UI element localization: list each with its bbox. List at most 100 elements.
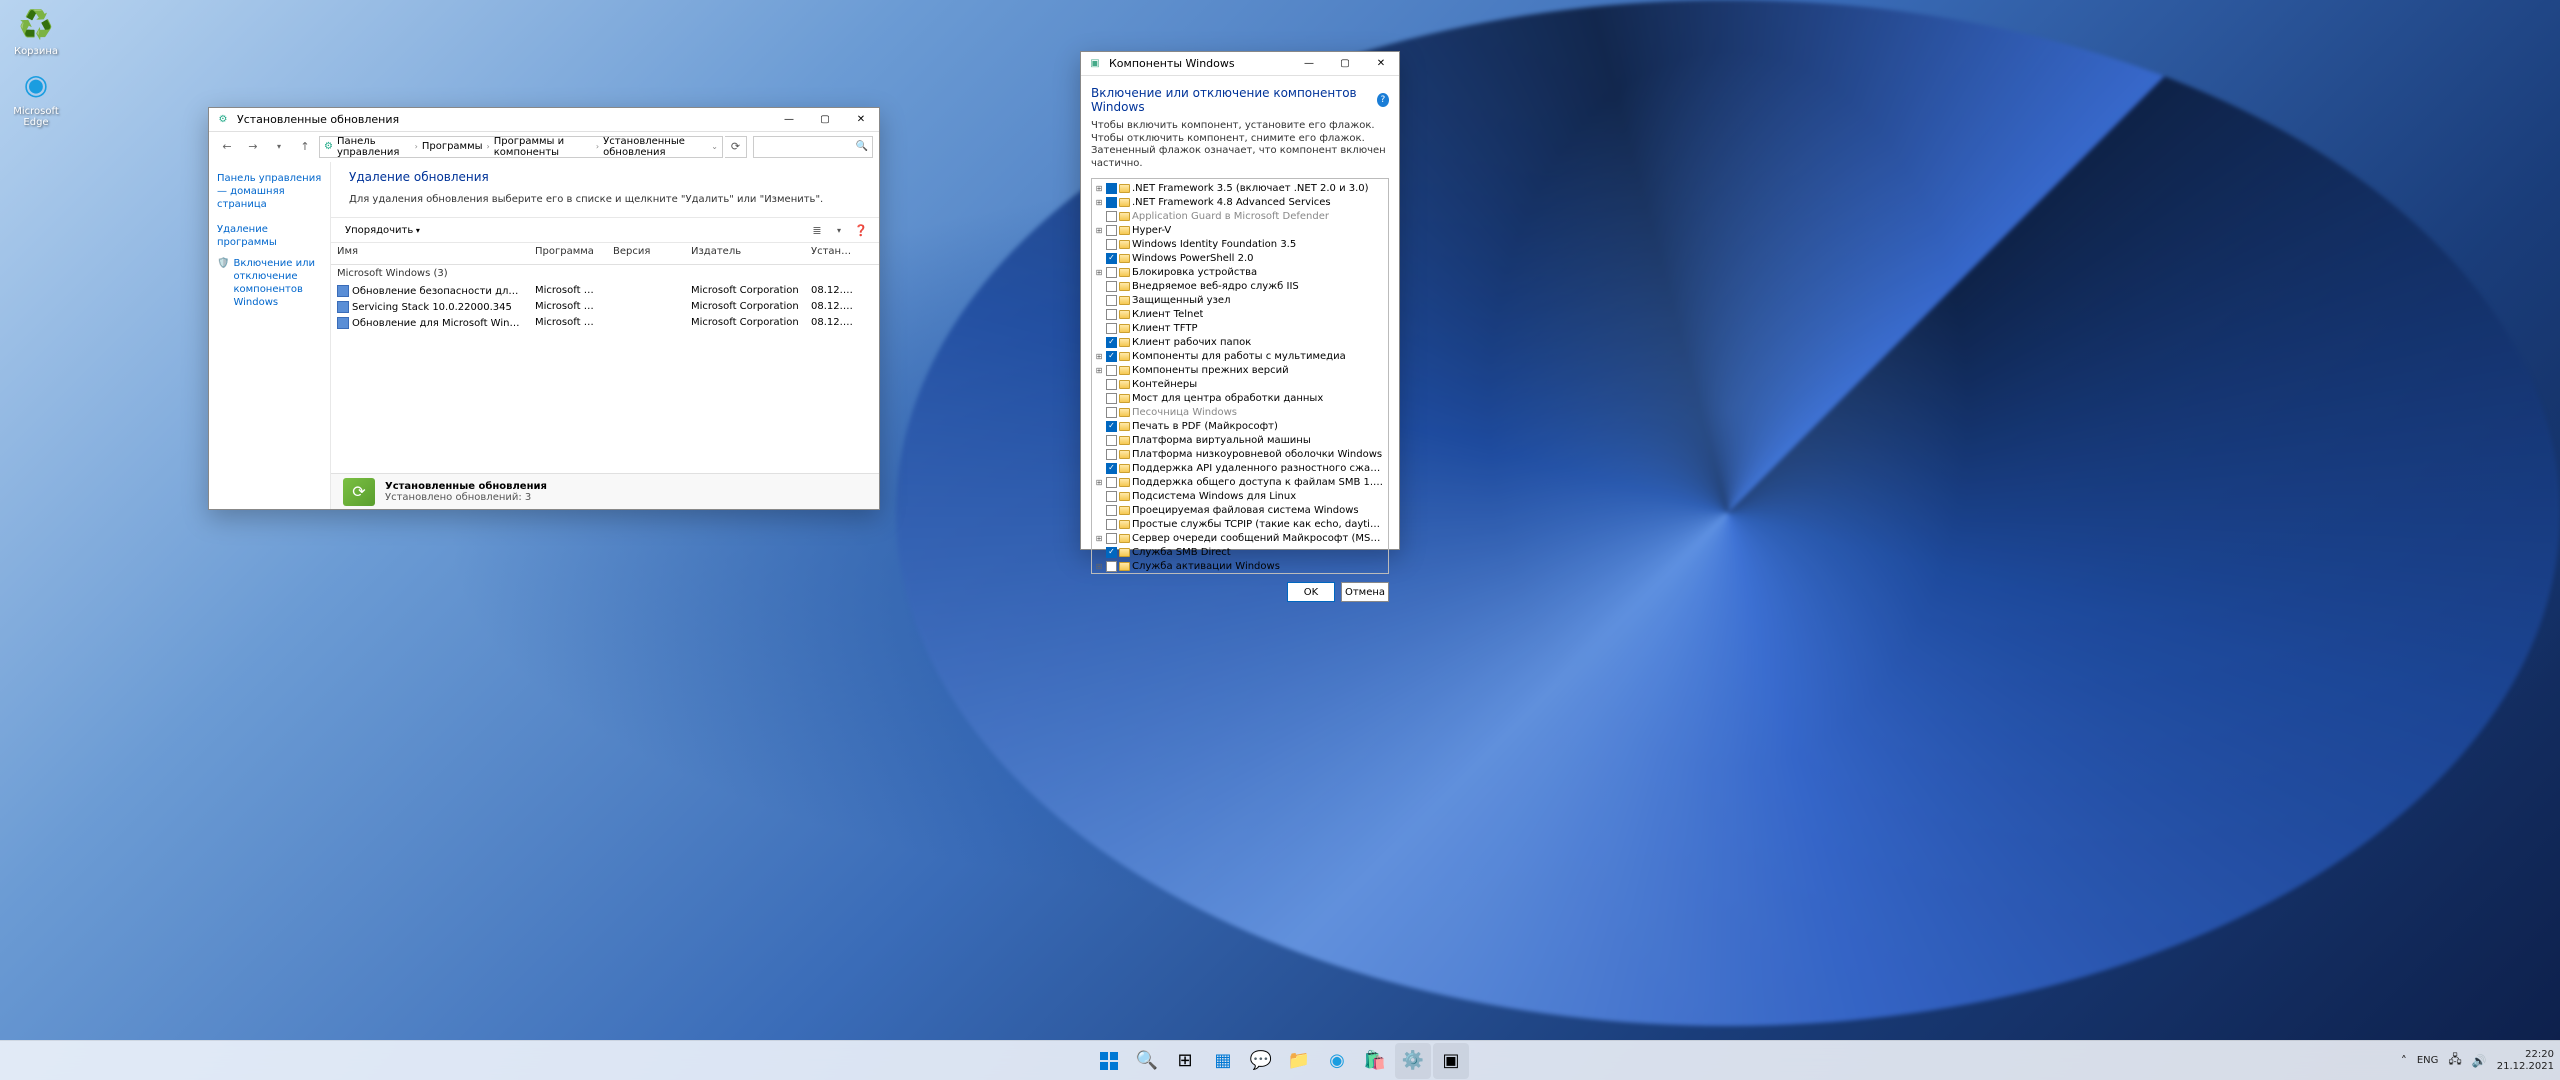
feature-item[interactable]: Платформа низкоуровневой оболочки Window… bbox=[1092, 447, 1388, 461]
feature-item[interactable]: Контейнеры bbox=[1092, 377, 1388, 391]
desktop-icon-recycle-bin[interactable]: ♻️ Корзина bbox=[6, 4, 66, 57]
checkbox[interactable] bbox=[1106, 547, 1117, 558]
checkbox[interactable] bbox=[1106, 533, 1117, 544]
expander-icon[interactable]: ⊞ bbox=[1094, 478, 1104, 487]
maximize-button[interactable]: ▢ bbox=[1327, 52, 1363, 76]
close-button[interactable]: ✕ bbox=[843, 108, 879, 132]
checkbox[interactable] bbox=[1106, 491, 1117, 502]
feature-item[interactable]: Клиент рабочих папок bbox=[1092, 335, 1388, 349]
network-icon[interactable]: 🖧 bbox=[2448, 1050, 2461, 1071]
breadcrumb[interactable]: ⚙ Панель управления› Программы› Программ… bbox=[319, 136, 723, 158]
maximize-button[interactable]: ▢ bbox=[807, 108, 843, 132]
checkbox[interactable] bbox=[1106, 407, 1117, 418]
feature-item[interactable]: ⊞Компоненты прежних версий bbox=[1092, 363, 1388, 377]
feature-item[interactable]: Windows Identity Foundation 3.5 bbox=[1092, 237, 1388, 251]
checkbox[interactable] bbox=[1106, 379, 1117, 390]
breadcrumb-part-2[interactable]: Программы и компоненты bbox=[494, 136, 592, 158]
edge-button[interactable]: ◉ bbox=[1319, 1043, 1355, 1079]
checkbox[interactable] bbox=[1106, 351, 1117, 362]
checkbox[interactable] bbox=[1106, 365, 1117, 376]
expander-icon[interactable]: ⊞ bbox=[1094, 366, 1104, 375]
feature-item[interactable]: Печать в PDF (Майкрософт) bbox=[1092, 419, 1388, 433]
checkbox[interactable] bbox=[1106, 295, 1117, 306]
feature-item[interactable]: ⊞Сервер очереди сообщений Майкрософт (MS… bbox=[1092, 531, 1388, 545]
feature-item[interactable]: Поддержка API удаленного разностного сжа… bbox=[1092, 461, 1388, 475]
expander-icon[interactable]: ⊞ bbox=[1094, 184, 1104, 193]
checkbox[interactable] bbox=[1106, 323, 1117, 334]
checkbox[interactable] bbox=[1106, 561, 1117, 572]
feature-item[interactable]: Внедряемое веб-ядро служб IIS bbox=[1092, 279, 1388, 293]
col-program[interactable]: Программа bbox=[529, 243, 607, 264]
view-options-icon[interactable]: ≣ bbox=[809, 222, 825, 238]
chevron-down-icon[interactable]: ⌄ bbox=[711, 142, 718, 151]
col-publisher[interactable]: Издатель bbox=[685, 243, 805, 264]
task-view-button[interactable]: ⊞ bbox=[1167, 1043, 1203, 1079]
titlebar[interactable]: ▣ Компоненты Windows — ▢ ✕ bbox=[1081, 52, 1399, 76]
ok-button[interactable]: OK bbox=[1287, 582, 1335, 602]
checkbox[interactable] bbox=[1106, 281, 1117, 292]
chat-button[interactable]: 💬 bbox=[1243, 1043, 1279, 1079]
checkbox[interactable] bbox=[1106, 477, 1117, 488]
refresh-button[interactable]: ⟳ bbox=[725, 136, 747, 158]
expander-icon[interactable]: ⊞ bbox=[1094, 534, 1104, 543]
feature-item[interactable]: ⊞Служба активации Windows bbox=[1092, 559, 1388, 573]
sidebar-features-link[interactable]: 🛡️ Включение или отключение компонентов … bbox=[217, 257, 322, 309]
checkbox[interactable] bbox=[1106, 239, 1117, 250]
search-button[interactable]: 🔍 bbox=[1129, 1043, 1165, 1079]
recent-dropdown[interactable]: ▾ bbox=[267, 135, 291, 159]
expander-icon[interactable]: ⊞ bbox=[1094, 268, 1104, 277]
help-icon[interactable]: ? bbox=[1377, 93, 1389, 107]
table-body[interactable]: Microsoft Windows (3) Обновление безопас… bbox=[331, 265, 879, 473]
checkbox[interactable] bbox=[1106, 519, 1117, 530]
volume-icon[interactable]: 🔊 bbox=[2472, 1054, 2487, 1068]
feature-item[interactable]: Клиент Telnet bbox=[1092, 307, 1388, 321]
widgets-button[interactable]: ▦ bbox=[1205, 1043, 1241, 1079]
checkbox[interactable] bbox=[1106, 253, 1117, 264]
checkbox[interactable] bbox=[1106, 183, 1117, 194]
tray-chevron-icon[interactable]: ˄ bbox=[2401, 1054, 2407, 1068]
checkbox[interactable] bbox=[1106, 197, 1117, 208]
up-button[interactable]: ↑ bbox=[293, 135, 317, 159]
checkbox[interactable] bbox=[1106, 421, 1117, 432]
checkbox[interactable] bbox=[1106, 309, 1117, 320]
feature-item[interactable]: Application Guard в Microsoft Defender bbox=[1092, 209, 1388, 223]
control-panel-button[interactable]: ⚙️ bbox=[1395, 1043, 1431, 1079]
sidebar-uninstall-link[interactable]: Удаление программы bbox=[217, 223, 322, 249]
feature-item[interactable]: Мост для центра обработки данных bbox=[1092, 391, 1388, 405]
feature-item[interactable]: ⊞Hyper-V bbox=[1092, 223, 1388, 237]
checkbox[interactable] bbox=[1106, 225, 1117, 236]
expander-icon[interactable]: ⊞ bbox=[1094, 562, 1104, 571]
checkbox[interactable] bbox=[1106, 463, 1117, 474]
feature-item[interactable]: Песочница Windows bbox=[1092, 405, 1388, 419]
table-row[interactable]: Обновление безопасности для Microsoft Wi… bbox=[331, 282, 879, 298]
table-row[interactable]: Обновление для Microsoft Windows (KB5004… bbox=[331, 314, 879, 330]
cancel-button[interactable]: Отмена bbox=[1341, 582, 1389, 602]
feature-item[interactable]: Проецируемая файловая система Windows bbox=[1092, 503, 1388, 517]
col-installed[interactable]: Установле... bbox=[805, 243, 863, 264]
feature-item[interactable]: ⊞.NET Framework 3.5 (включает .NET 2.0 и… bbox=[1092, 181, 1388, 195]
minimize-button[interactable]: — bbox=[771, 108, 807, 132]
close-button[interactable]: ✕ bbox=[1363, 52, 1399, 76]
back-button[interactable]: ← bbox=[215, 135, 239, 159]
programs-button[interactable]: ▣ bbox=[1433, 1043, 1469, 1079]
checkbox[interactable] bbox=[1106, 393, 1117, 404]
checkbox[interactable] bbox=[1106, 449, 1117, 460]
clock[interactable]: 22:20 21.12.2021 bbox=[2497, 1049, 2554, 1072]
breadcrumb-part-0[interactable]: Панель управления bbox=[337, 136, 411, 158]
expander-icon[interactable]: ⊞ bbox=[1094, 226, 1104, 235]
forward-button[interactable]: → bbox=[241, 135, 265, 159]
feature-item[interactable]: Платформа виртуальной машины bbox=[1092, 433, 1388, 447]
feature-item[interactable]: Защищенный узел bbox=[1092, 293, 1388, 307]
sidebar-home-link[interactable]: Панель управления — домашняя страница bbox=[217, 172, 322, 211]
feature-item[interactable]: Служба SMB Direct bbox=[1092, 545, 1388, 559]
expander-icon[interactable]: ⊞ bbox=[1094, 352, 1104, 361]
checkbox[interactable] bbox=[1106, 211, 1117, 222]
checkbox[interactable] bbox=[1106, 435, 1117, 446]
titlebar[interactable]: ⚙ Установленные обновления — ▢ ✕ bbox=[209, 108, 879, 132]
feature-item[interactable]: Клиент TFTP bbox=[1092, 321, 1388, 335]
search-input[interactable]: 🔍 bbox=[753, 136, 873, 158]
feature-item[interactable]: ⊞Блокировка устройства bbox=[1092, 265, 1388, 279]
breadcrumb-part-3[interactable]: Установленные обновления bbox=[603, 136, 707, 158]
feature-item[interactable]: ⊞Поддержка общего доступа к файлам SMB 1… bbox=[1092, 475, 1388, 489]
checkbox[interactable] bbox=[1106, 267, 1117, 278]
